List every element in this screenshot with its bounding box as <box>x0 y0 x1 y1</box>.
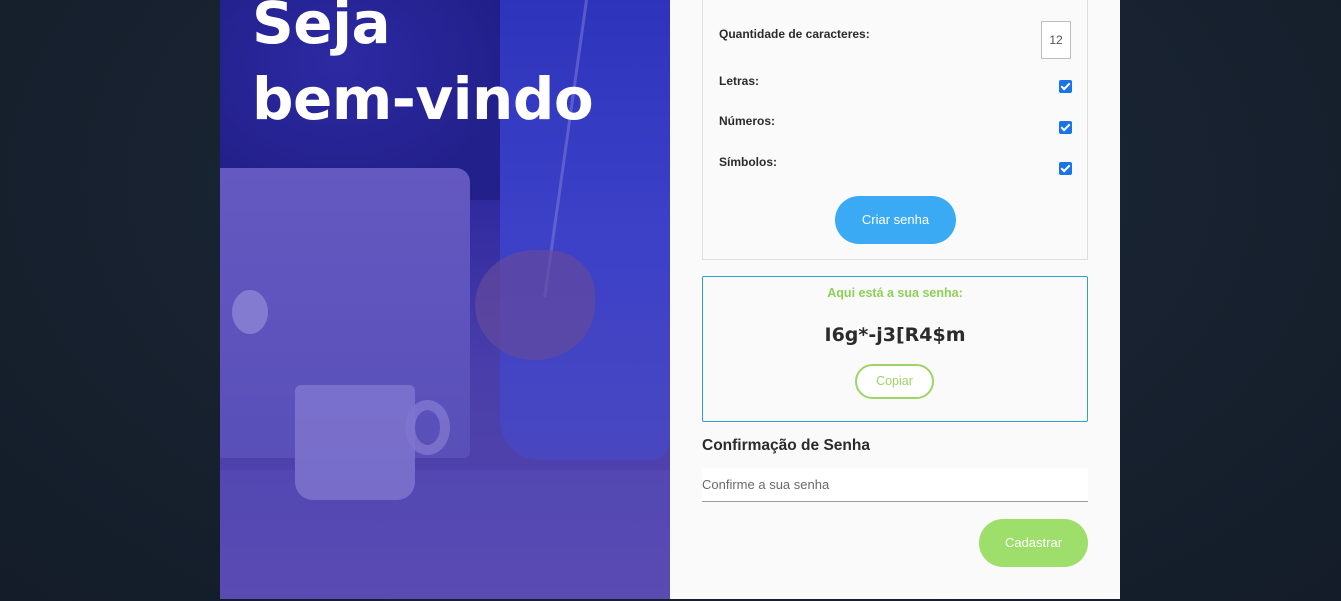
length-input[interactable]: 12 <box>1041 21 1071 59</box>
generated-password: I6g*-j3[R4$m <box>824 324 966 346</box>
letters-checkbox[interactable] <box>1059 80 1072 93</box>
signup-card: Seja bem-vindo Quantidade de caracteres:… <box>220 0 1120 599</box>
copy-button[interactable]: Copiar <box>855 364 934 399</box>
form-panel: Quantidade de caracteres: 12 Letras: Núm… <box>670 0 1120 599</box>
register-button[interactable]: Cadastrar <box>979 519 1088 567</box>
symbols-label: Símbolos: <box>719 155 778 169</box>
confirm-password-input[interactable] <box>702 468 1088 502</box>
password-options-box: Quantidade de caracteres: 12 Letras: Núm… <box>702 0 1088 260</box>
numbers-checkbox[interactable] <box>1059 121 1072 134</box>
create-password-button[interactable]: Criar senha <box>835 196 956 244</box>
page-background: Seja bem-vindo Quantidade de caracteres:… <box>0 0 1341 601</box>
symbols-checkbox[interactable] <box>1059 162 1072 175</box>
confirm-password-title: Confirmação de Senha <box>702 437 870 454</box>
hero-title-line1: Seja <box>252 0 391 57</box>
result-title: Aqui está a sua senha: <box>827 286 963 300</box>
hero-panel: Seja bem-vindo <box>220 0 670 599</box>
length-label: Quantidade de caracteres: <box>719 27 870 41</box>
numbers-label: Números: <box>719 114 776 128</box>
password-result-box: Aqui está a sua senha: I6g*-j3[R4$m Copi… <box>702 276 1088 422</box>
hero-title: Seja bem-vindo <box>252 0 652 137</box>
hero-title-line2: bem-vindo <box>252 65 594 133</box>
letters-label: Letras: <box>719 74 760 88</box>
